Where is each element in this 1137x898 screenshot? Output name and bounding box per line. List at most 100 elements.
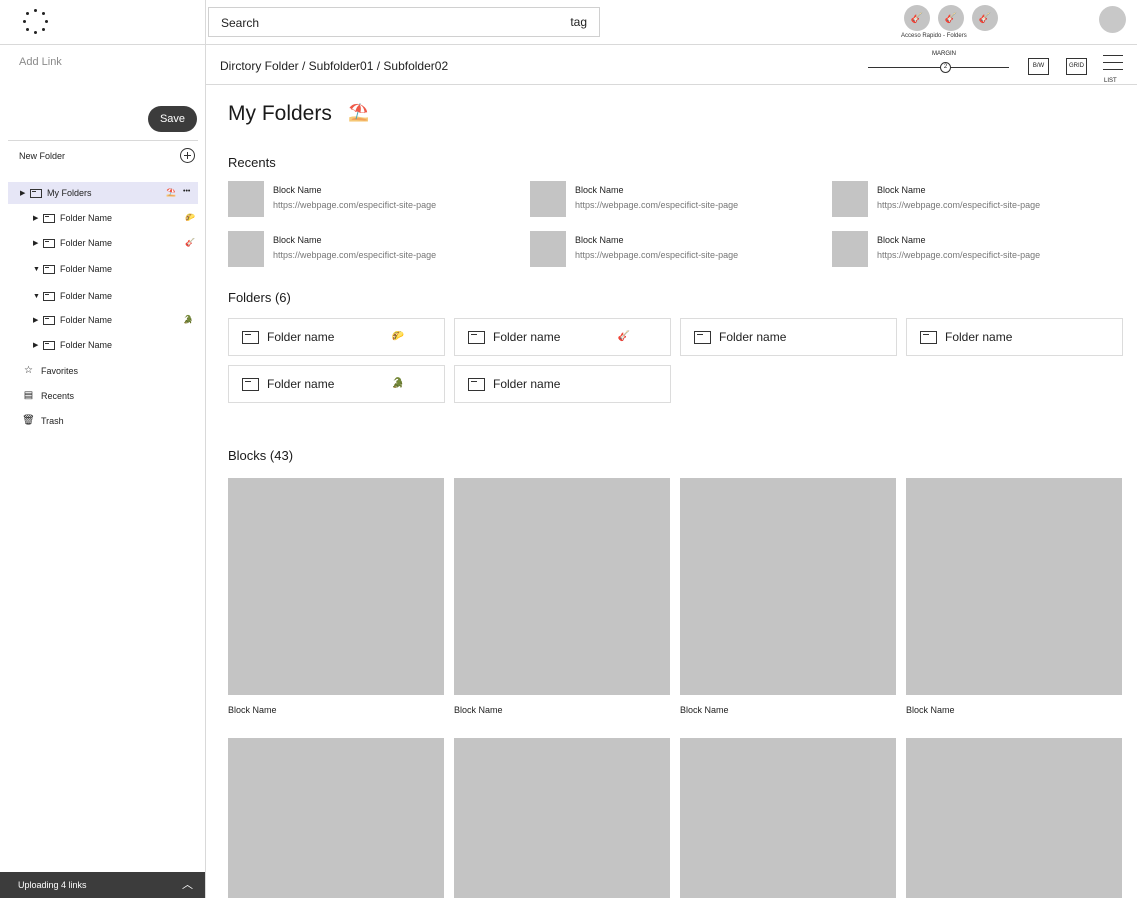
bw-toggle-button[interactable]: B/W: [1028, 58, 1049, 75]
upload-status-bar[interactable]: Uploading 4 links ︿: [0, 872, 205, 898]
folder-icon: [468, 331, 485, 344]
quick-access-folder-3[interactable]: 🎸: [972, 5, 998, 31]
folder-icon: [43, 315, 55, 325]
folder-name: Folder name: [493, 330, 561, 344]
star-icon: ☆: [24, 365, 33, 376]
sidebar-item-folder[interactable]: ▼ Folder Name: [33, 258, 198, 280]
block-thumbnail[interactable]: [454, 738, 670, 898]
block-thumbnail[interactable]: [680, 738, 896, 898]
recent-name: Block Name: [575, 235, 624, 245]
recent-url: https://webpage.com/especifict-site-page: [575, 200, 739, 210]
margin-slider-handle[interactable]: 2: [940, 62, 951, 73]
sidebar-item-trash[interactable]: 🗑 Trash: [22, 415, 64, 426]
recent-name: Block Name: [877, 235, 926, 245]
expand-arrow-icon[interactable]: ▶: [33, 239, 43, 247]
recent-name: Block Name: [273, 235, 322, 245]
folder-icon: [242, 331, 259, 344]
add-link-input[interactable]: Add Link: [19, 56, 62, 68]
sidebar-item-folder[interactable]: ▼ Folder Name: [33, 285, 198, 307]
grid-view-button[interactable]: GRID: [1066, 58, 1087, 75]
recent-thumbnail: [832, 231, 868, 267]
folder-icon: [468, 378, 485, 391]
recent-url: https://webpage.com/especifict-site-page: [273, 250, 437, 260]
expand-arrow-icon[interactable]: ▶: [20, 189, 30, 197]
recent-url: https://webpage.com/especifict-site-page: [273, 200, 437, 210]
folder-card[interactable]: Folder name 🎸: [454, 318, 671, 356]
block-thumbnail[interactable]: [906, 478, 1122, 695]
quick-access-folder-1[interactable]: 🎸: [904, 5, 930, 31]
recent-url: https://webpage.com/especifict-site-page: [575, 250, 739, 260]
sidebar-item-label: Trash: [41, 415, 64, 426]
folder-card[interactable]: Folder name: [680, 318, 897, 356]
upload-status-label: Uploading 4 links: [18, 880, 87, 890]
recent-thumbnail: [228, 181, 264, 217]
recent-thumbnail: [530, 231, 566, 267]
expand-arrow-icon[interactable]: ▶: [33, 316, 43, 324]
folder-icon: [43, 238, 55, 248]
sidebar-item-folder[interactable]: ▶ Folder Name 🎸: [33, 232, 198, 254]
sidebar-item-my-folders[interactable]: ▶ My Folders ⛱️ •••: [8, 182, 198, 204]
recents-icon: ▤: [23, 390, 34, 401]
sidebar-item-folder[interactable]: ▶ Folder Name: [33, 334, 198, 356]
block-thumbnail[interactable]: [228, 478, 444, 695]
guitar-icon: 🎸: [617, 331, 630, 342]
folder-icon: [30, 188, 42, 198]
chevron-up-icon[interactable]: ︿: [182, 872, 193, 898]
quick-access-folder-2[interactable]: 🎸: [938, 5, 964, 31]
recent-item[interactable]: Block Name https://webpage.com/especific…: [832, 231, 1122, 267]
sidebar-item-label: Folder Name: [60, 213, 113, 223]
tag-filter[interactable]: tag: [570, 15, 587, 29]
crocodile-icon: 🐊: [391, 378, 404, 389]
block-thumbnail[interactable]: [454, 478, 670, 695]
sidebar-item-folder[interactable]: ▶ Folder Name 🐊: [33, 309, 198, 331]
recent-thumbnail: [228, 231, 264, 267]
sidebar-item-label: Favorites: [41, 365, 79, 376]
folder-card[interactable]: Folder name: [906, 318, 1123, 356]
sidebar-item-label: Folder Name: [60, 291, 113, 301]
search-input[interactable]: Search tag: [208, 7, 600, 37]
block-name: Block Name: [228, 705, 277, 715]
folder-card[interactable]: Folder name 🌮: [228, 318, 445, 356]
recent-item[interactable]: Block Name https://webpage.com/especific…: [228, 231, 518, 267]
sidebar-item-label: Folder Name: [60, 340, 113, 350]
recent-thumbnail: [832, 181, 868, 217]
margin-slider-track[interactable]: [868, 67, 1009, 68]
save-button[interactable]: Save: [148, 106, 197, 132]
logo-icon[interactable]: [22, 9, 48, 35]
recent-item[interactable]: Block Name https://webpage.com/especific…: [228, 181, 518, 217]
block-thumbnail[interactable]: [680, 478, 896, 695]
folder-icon: [242, 378, 259, 391]
sidebar-item-recents[interactable]: ▤ Recents: [22, 390, 74, 401]
page-title: My Folders: [228, 102, 332, 125]
blocks-heading: Blocks (43): [228, 448, 294, 463]
add-folder-icon[interactable]: [180, 148, 195, 163]
folder-card[interactable]: Folder name 🐊: [228, 365, 445, 403]
sidebar-item-label: Folder Name: [60, 238, 113, 248]
sidebar-item-folder[interactable]: ▶ Folder Name 🌮: [33, 207, 198, 229]
recents-heading: Recents: [228, 155, 276, 170]
block-thumbnail[interactable]: [906, 738, 1122, 898]
collapse-arrow-icon[interactable]: ▼: [33, 266, 43, 273]
recent-item[interactable]: Block Name https://webpage.com/especific…: [832, 181, 1122, 217]
recent-item[interactable]: Block Name https://webpage.com/especific…: [530, 231, 820, 267]
collapse-arrow-icon[interactable]: ▼: [33, 293, 43, 300]
recent-item[interactable]: Block Name https://webpage.com/especific…: [530, 181, 820, 217]
taco-icon: 🌮: [185, 213, 195, 222]
list-view-label[interactable]: LIST: [1104, 78, 1117, 84]
umbrella-icon: ⛱️: [348, 103, 370, 122]
folder-icon: [43, 291, 55, 301]
sidebar-item-favorites[interactable]: ☆ Favorites: [22, 365, 78, 376]
sidebar: Add Link Save New Folder ▶ My Folders ⛱️…: [0, 45, 205, 898]
list-view-icon[interactable]: [1103, 55, 1123, 76]
search-placeholder: Search: [221, 16, 260, 30]
avatar[interactable]: [1099, 6, 1126, 33]
new-folder-label: New Folder: [19, 151, 66, 161]
guitar-icon: 🎸: [978, 12, 992, 24]
breadcrumb[interactable]: Dirctory Folder / Subfolder01 / Subfolde…: [220, 59, 448, 73]
block-thumbnail[interactable]: [228, 738, 444, 898]
expand-arrow-icon[interactable]: ▶: [33, 214, 43, 222]
folder-icon: [694, 331, 711, 344]
expand-arrow-icon[interactable]: ▶: [33, 341, 43, 349]
more-options-icon[interactable]: •••: [183, 188, 190, 195]
folder-card[interactable]: Folder name: [454, 365, 671, 403]
